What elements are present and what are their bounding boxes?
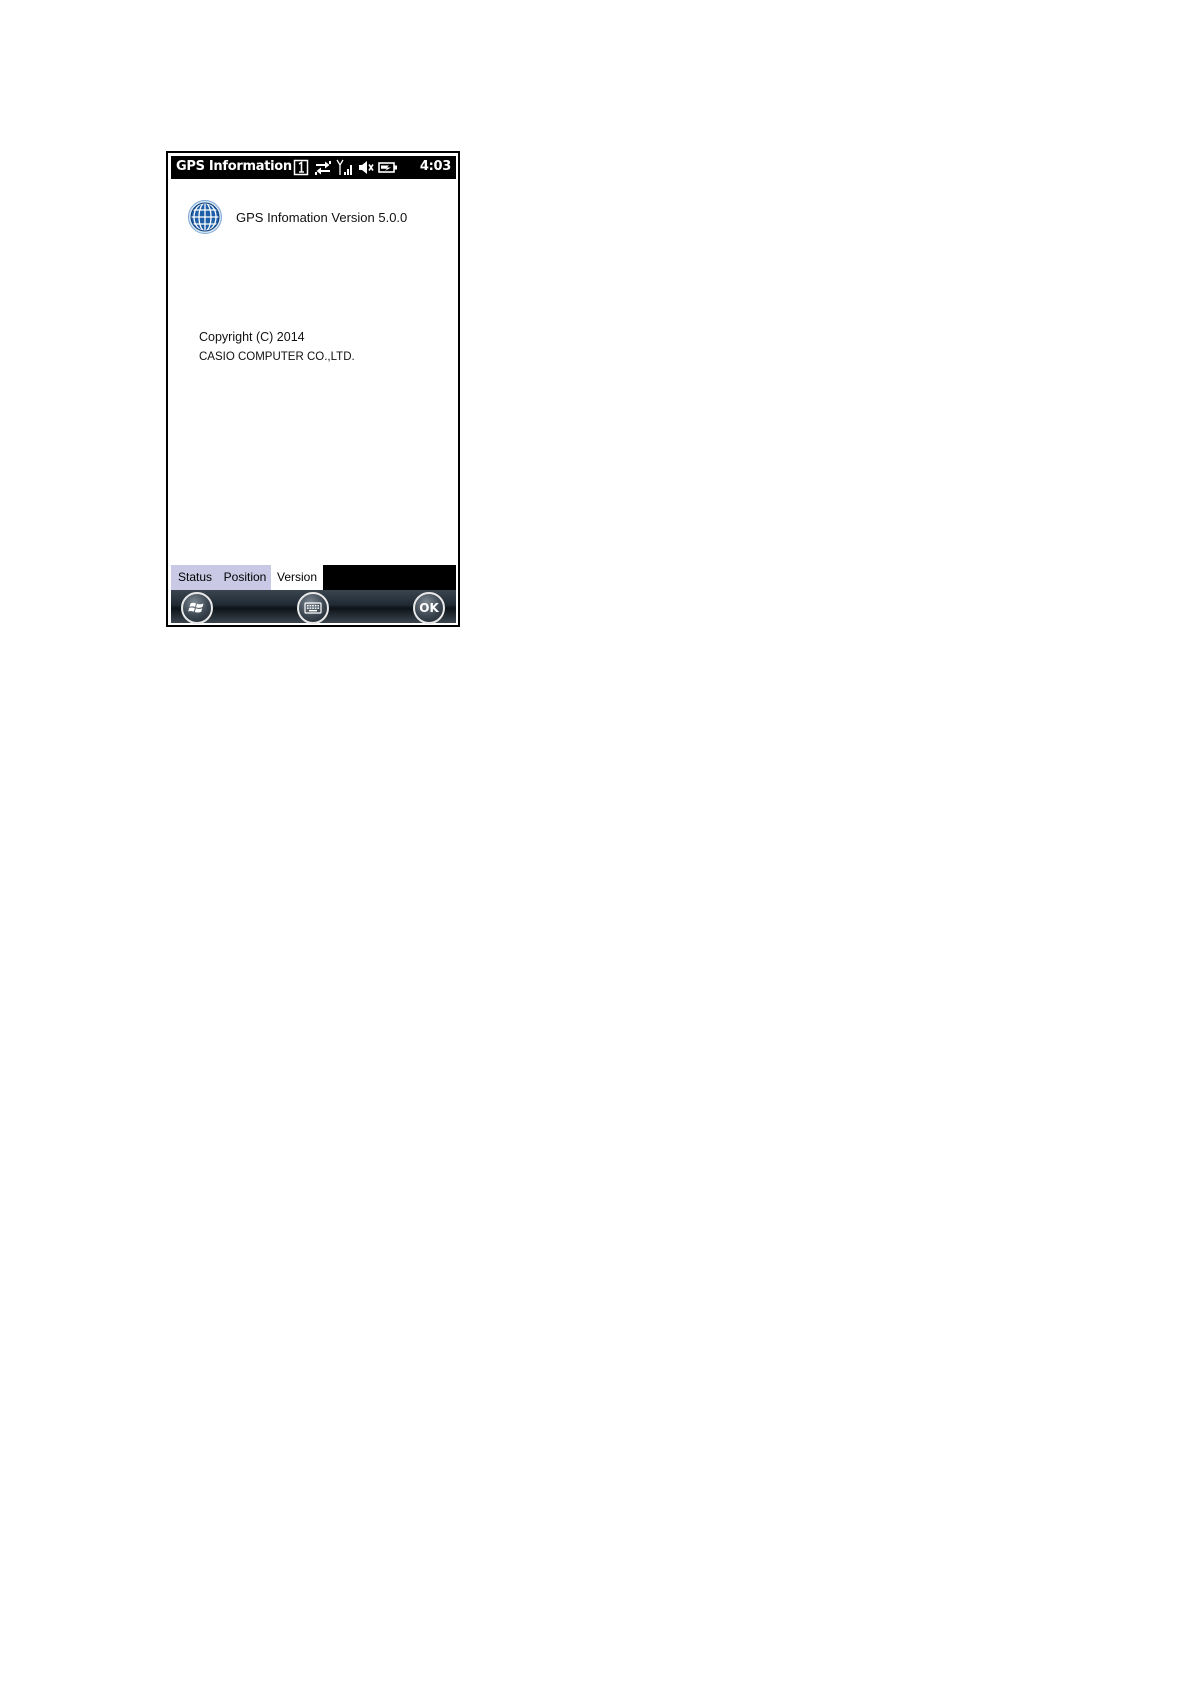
speaker-muted-icon [359,161,374,174]
globe-icon [188,200,222,234]
status-bar: GPS Information 4:03 [171,156,456,179]
ok-label: OK [419,601,439,615]
battery-charging-icon [378,162,397,173]
tab-position[interactable]: Position [219,565,271,590]
tab-status[interactable]: Status [171,565,219,590]
tab-version[interactable]: Version [271,565,323,590]
tab-bar: Status Position Version [171,565,456,590]
copyright-text: Copyright (C) 2014 [199,330,305,344]
data-transfer-icon [315,161,331,175]
keyboard-button[interactable] [297,592,329,624]
version-text: GPS Infomation Version 5.0.0 [236,210,408,225]
app-title: GPS Information [176,159,292,174]
ok-button[interactable]: OK [413,592,445,624]
keyboard-icon [304,602,322,614]
soft-key-bar: OK [171,590,456,624]
device-screen: GPS Information 4:03 GPS Infomation Vers… [171,156,456,624]
clock: 4:03 [419,159,451,174]
signal-strength-icon [336,159,352,175]
device-frame: GPS Information 4:03 GPS Infomation Vers… [166,151,460,627]
start-button[interactable] [181,592,213,624]
sim-slot-1-icon [293,159,309,176]
company-name: CASIO COMPUTER CO.,LTD. [199,351,355,363]
windows-start-icon [188,602,204,613]
